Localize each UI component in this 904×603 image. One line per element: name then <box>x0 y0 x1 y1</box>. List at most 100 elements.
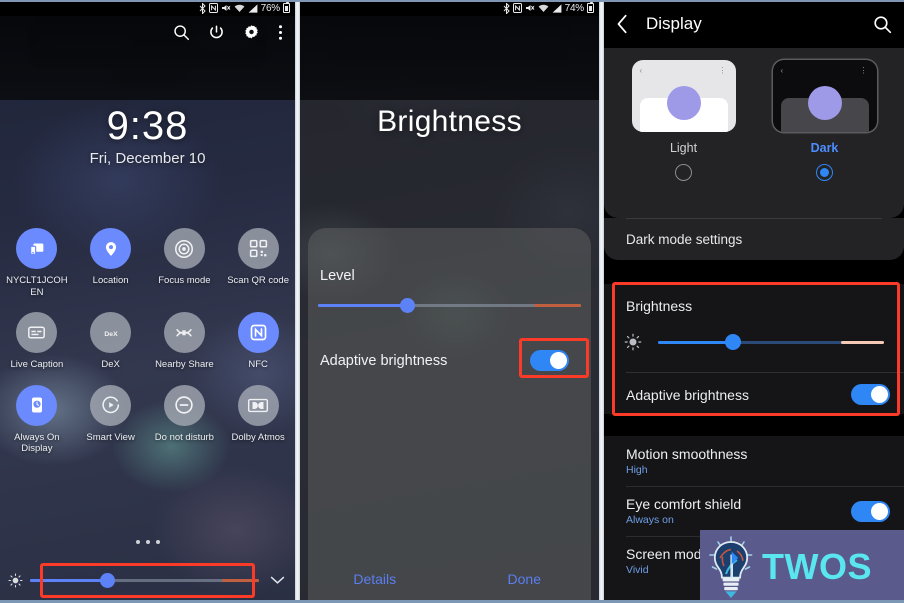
brightness-slider-track[interactable] <box>30 572 259 588</box>
brightness-panel-title: Brightness <box>377 105 522 138</box>
power-icon[interactable] <box>208 24 225 41</box>
tile-row: Live Caption DeX DeX Nearby Share NFC <box>0 312 295 371</box>
wifi-icon <box>538 4 549 13</box>
chevron-left-icon[interactable] <box>616 14 642 34</box>
list-item-eye-comfort-shield[interactable]: Eye comfort shield Always on <box>604 486 904 536</box>
light-theme-preview: ‹ ⋮ <box>631 60 736 132</box>
list-item-subtitle: High <box>626 464 648 476</box>
notification-shade-top <box>300 16 599 100</box>
battery-icon <box>587 1 594 13</box>
gear-icon[interactable] <box>243 24 260 41</box>
toggle-switch[interactable] <box>851 384 890 405</box>
bluetooth-icon <box>503 2 510 14</box>
tile-label: Do not disturb <box>154 431 214 443</box>
theme-mode-card: ‹ ⋮ Light ‹ ⋮ Dark <box>604 48 904 218</box>
tile-cast[interactable]: NYCLT1JCOH EN <box>0 228 74 298</box>
tile-dolby-atmos[interactable]: Dolby Atmos <box>221 384 295 455</box>
slider-thumb[interactable] <box>100 572 116 588</box>
toggle-knob <box>550 352 567 369</box>
quick-brightness-bar <box>0 562 295 598</box>
battery-percent-label: 76% <box>260 2 281 14</box>
tile-nearby-share[interactable]: Nearby Share <box>148 312 222 371</box>
panel-display-settings: Display ‹ ⋮ Light ‹ ⋮ Dark Dark mode set… <box>604 0 904 603</box>
theme-label-light: Light <box>669 141 698 155</box>
screenshot-root: 76% 9:38 Fri, December 10 NYCLT1JCOH EN … <box>0 0 904 603</box>
tile-do-not-disturb[interactable]: Do not disturb <box>148 384 222 455</box>
status-bar-left: 76% <box>0 0 295 16</box>
tile-focus-mode[interactable]: Focus mode <box>148 228 222 298</box>
nfc-icon <box>208 3 218 13</box>
dark-mode-settings-row[interactable]: Dark mode settings <box>604 218 904 260</box>
divider <box>626 218 882 219</box>
eye-comfort-shield-toggle[interactable] <box>851 501 890 522</box>
brightness-slider[interactable] <box>30 562 259 598</box>
svg-text:DeX: DeX <box>104 330 118 337</box>
level-label: Level <box>320 268 355 284</box>
chevron-down-icon[interactable] <box>259 576 295 585</box>
tile-always-on-display[interactable]: Always On Display <box>0 384 74 455</box>
dark-mode-settings-label: Dark mode settings <box>626 231 743 247</box>
tile-location[interactable]: Location <box>74 228 148 298</box>
level-slider-track[interactable] <box>318 297 581 313</box>
panel-brightness-detail: 74% Brightness Level Adaptive brightness <box>300 0 599 603</box>
tile-live-caption[interactable]: Live Caption <box>0 312 74 371</box>
tile-dex[interactable]: DeX DeX <box>74 312 148 371</box>
tile-nfc[interactable]: NFC <box>221 312 295 371</box>
nearby-share-icon <box>163 312 205 354</box>
toggle-knob <box>871 386 888 403</box>
tile-label: NFC <box>248 359 268 371</box>
brightness-slider-track[interactable] <box>658 334 884 350</box>
level-slider[interactable] <box>318 297 581 317</box>
tile-label: DeX <box>101 359 120 371</box>
tile-label: Live Caption <box>10 359 64 371</box>
tile-label: NYCLT1JCOH EN <box>6 275 68 298</box>
brightness-sun-icon <box>0 572 30 588</box>
adaptive-brightness-label: Adaptive brightness <box>320 353 448 369</box>
tile-scan-qr[interactable]: Scan QR code <box>221 228 295 298</box>
slider-thumb[interactable] <box>724 334 741 350</box>
page-title: Display <box>646 14 702 33</box>
toggle-switch[interactable] <box>530 350 569 371</box>
location-pin-icon <box>90 228 132 269</box>
tile-row: Always On Display Smart View Do not dist… <box>0 384 295 455</box>
tile-label: Nearby Share <box>155 359 214 371</box>
list-item-title: Motion smoothness <box>626 446 748 462</box>
tile-label: Scan QR code <box>227 275 290 286</box>
adaptive-brightness-toggle[interactable] <box>530 350 569 371</box>
search-icon[interactable] <box>173 24 190 41</box>
search-icon[interactable] <box>866 15 892 34</box>
theme-option-dark[interactable]: ‹ ⋮ Dark <box>765 60 884 181</box>
tile-smart-view[interactable]: Smart View <box>74 384 148 455</box>
brightness-title: Brightness <box>626 298 693 314</box>
toggle-knob <box>871 503 888 520</box>
cast-icon <box>16 228 58 269</box>
dolby-atmos-icon <box>237 384 279 426</box>
adaptive-brightness-label: Adaptive brightness <box>626 387 749 403</box>
clock-time: 9:38 <box>106 104 189 148</box>
tile-label: Smart View <box>86 431 135 443</box>
brightness-slider[interactable] <box>658 334 884 350</box>
brightness-sheet-actions: Details Done <box>300 571 599 587</box>
divider <box>626 372 904 373</box>
brightness-slider-row <box>622 330 884 354</box>
tile-label: Always On Display <box>14 431 60 455</box>
live-caption-icon <box>16 312 58 354</box>
nfc-icon <box>237 312 279 354</box>
chevron-left-icon: ‹ <box>780 66 784 75</box>
divider <box>626 486 904 487</box>
radio-light[interactable] <box>675 164 692 181</box>
adaptive-brightness-toggle[interactable] <box>851 384 890 405</box>
slider-thumb[interactable] <box>399 297 415 313</box>
list-item-motion-smoothness[interactable]: Motion smoothness High <box>604 436 904 486</box>
signal-icon <box>248 3 258 13</box>
theme-option-light[interactable]: ‹ ⋮ Light <box>624 60 743 181</box>
chevron-left-icon: ‹ <box>639 66 643 75</box>
more-vertical-icon[interactable] <box>278 24 283 41</box>
done-button[interactable]: Done <box>450 571 600 587</box>
app-bar: Display <box>604 0 904 48</box>
radio-dark[interactable] <box>816 164 833 181</box>
toggle-switch[interactable] <box>851 501 890 522</box>
more-vertical-icon: ⋮ <box>718 66 727 75</box>
details-button[interactable]: Details <box>300 571 450 587</box>
theme-label-dark: Dark <box>810 141 839 155</box>
